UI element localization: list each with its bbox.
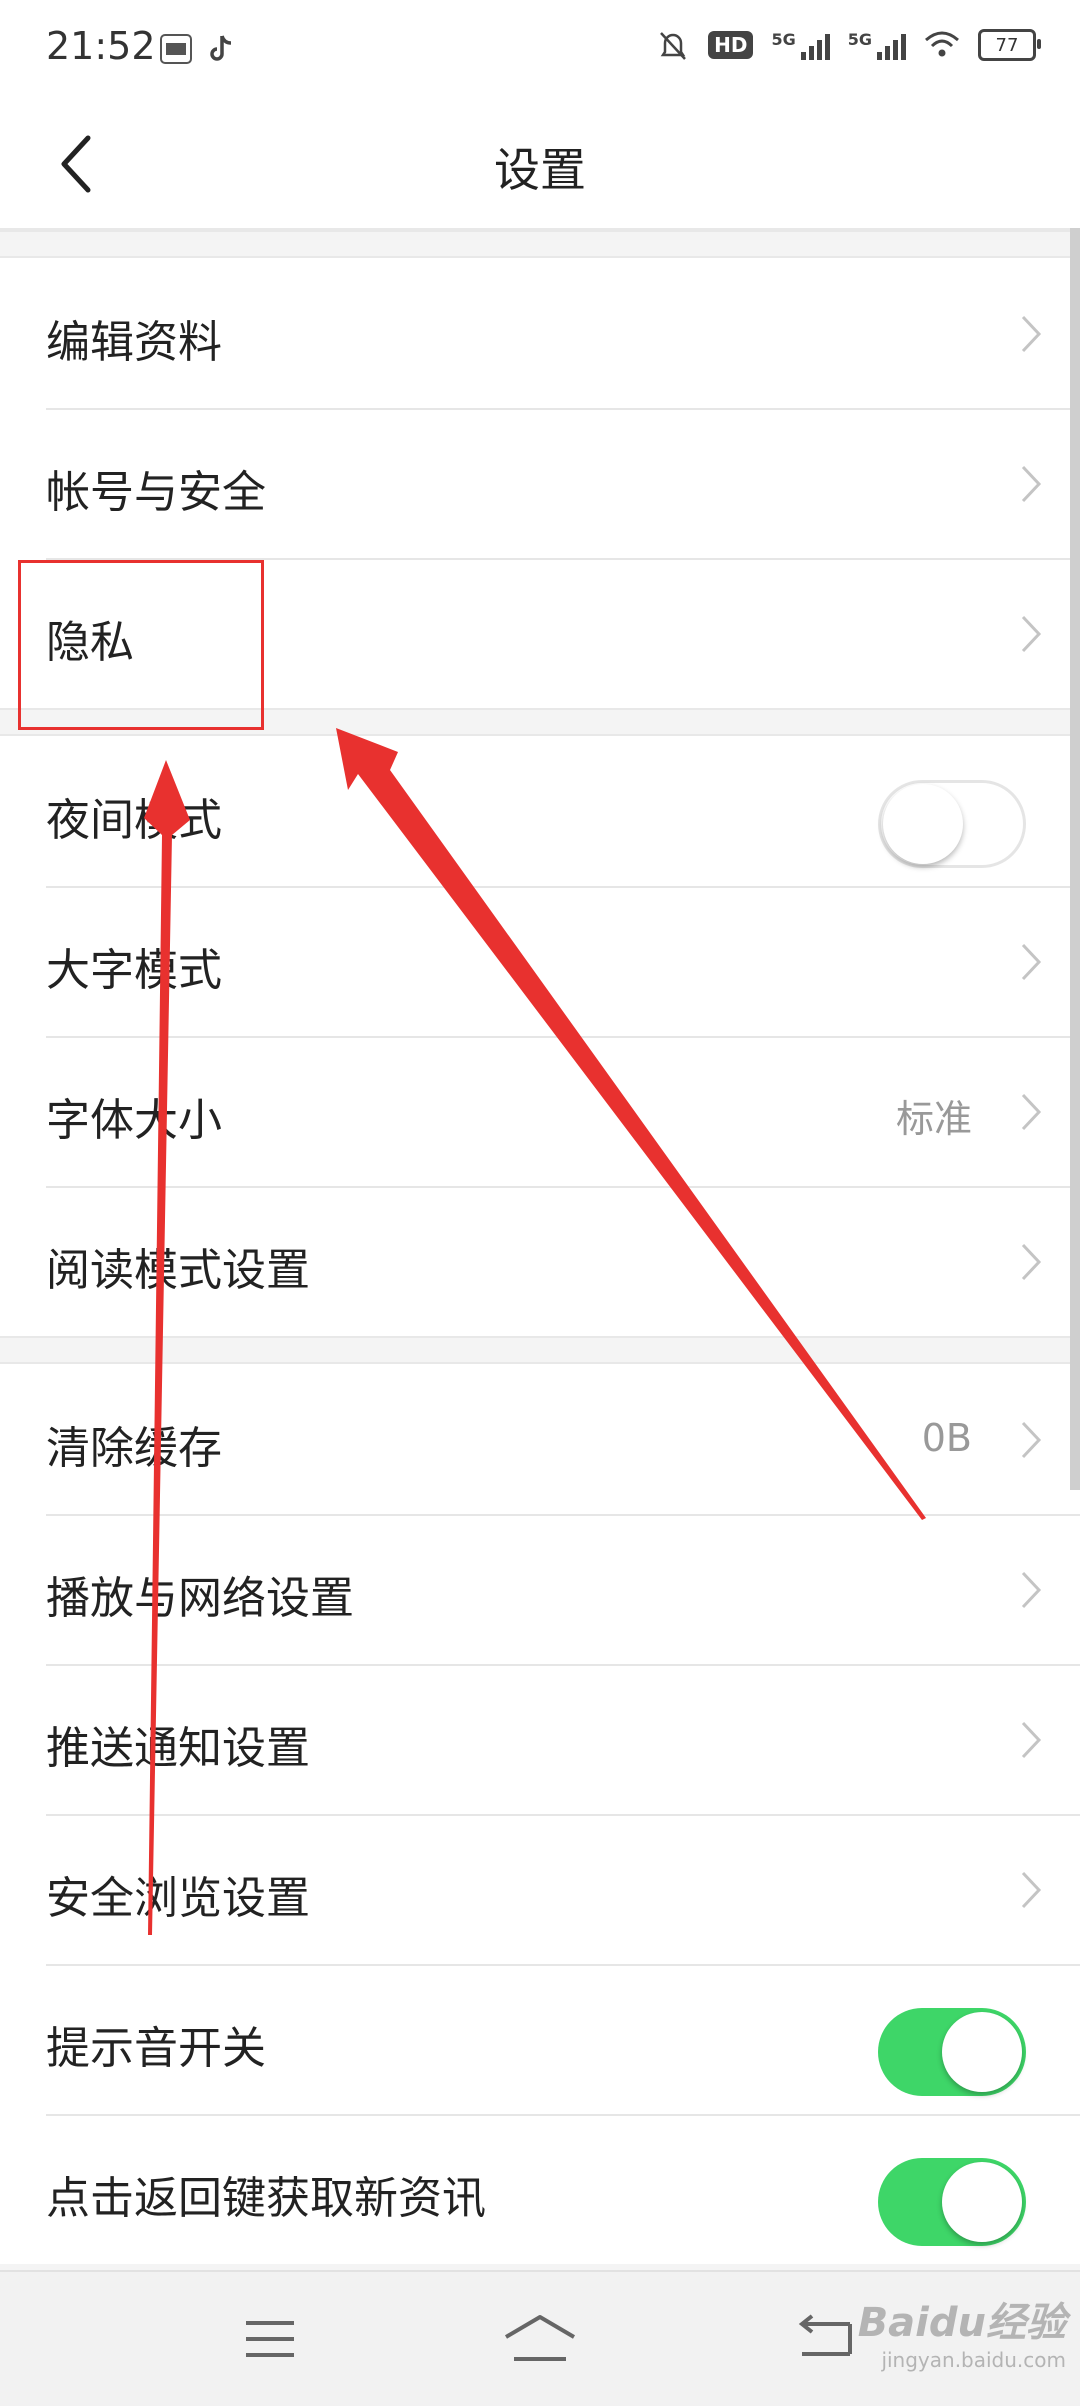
setting-label: 点击返回键获取新资讯 xyxy=(46,2173,486,2224)
toggle-knob xyxy=(883,784,963,864)
setting-label: 推送通知设置 xyxy=(46,1723,310,1774)
sim2-network-label: 5G xyxy=(847,30,872,49)
watermark-brand: Baidu经验 xyxy=(857,2300,1066,2346)
setting-label: 播放与网络设置 xyxy=(46,1573,354,1624)
setting-label: 帐号与安全 xyxy=(46,467,266,518)
home-icon xyxy=(504,2315,576,2361)
section-divider xyxy=(0,1336,1080,1364)
header-bar: 设置 xyxy=(0,100,1080,228)
setting-row-account-security[interactable]: 帐号与安全 xyxy=(0,408,1080,558)
setting-label: 编辑资料 xyxy=(46,317,222,368)
setting-row-sound-toggle[interactable]: 提示音开关 xyxy=(0,1964,1080,2114)
setting-row-clear-cache[interactable]: 清除缓存 0B xyxy=(0,1364,1080,1514)
setting-row-back-key-refresh[interactable]: 点击返回键获取新资讯 xyxy=(0,2114,1080,2264)
chevron-right-icon xyxy=(1021,943,1042,981)
sound-toggle[interactable] xyxy=(878,2008,1026,2096)
night-mode-toggle[interactable] xyxy=(878,780,1026,868)
setting-label: 阅读模式设置 xyxy=(46,1245,310,1296)
setting-label: 夜间模式 xyxy=(46,795,222,846)
wifi-icon xyxy=(925,31,959,57)
hd-voice-badge: HD xyxy=(708,31,754,59)
font-size-value: 标准 xyxy=(895,1097,972,1141)
toggle-knob xyxy=(942,2162,1022,2242)
chevron-right-icon xyxy=(1021,1243,1042,1281)
chevron-right-icon xyxy=(1021,465,1042,503)
cache-size-value: 0B xyxy=(921,1416,972,1460)
toggle-knob xyxy=(942,2012,1022,2092)
status-bar: 21:52 HD 5G 5G 77 xyxy=(0,0,1080,100)
bell-off-icon xyxy=(660,32,687,60)
setting-row-font-size[interactable]: 字体大小 标准 xyxy=(0,1036,1080,1186)
settings-group-display: 夜间模式 大字模式 字体大小 标准 阅读模式设置 xyxy=(0,736,1080,1336)
status-icons: HD 5G 5G 77 xyxy=(656,28,1041,62)
status-time: 21:52 xyxy=(46,24,156,68)
toutiao-app-icon xyxy=(160,34,192,64)
back-key-refresh-toggle[interactable] xyxy=(878,2158,1026,2246)
chevron-right-icon xyxy=(1021,1421,1042,1459)
setting-row-push-notifications[interactable]: 推送通知设置 xyxy=(0,1664,1080,1814)
setting-row-reading-mode[interactable]: 阅读模式设置 xyxy=(0,1186,1080,1336)
settings-list[interactable]: 编辑资料 帐号与安全 隐私 夜间模式 大字模式 字体大小 标准 阅读模式设置 清… xyxy=(0,228,1080,2272)
setting-label: 清除缓存 xyxy=(46,1423,222,1474)
back-nav-icon xyxy=(798,2314,852,2356)
setting-row-playback-network[interactable]: 播放与网络设置 xyxy=(0,1514,1080,1664)
chevron-right-icon xyxy=(1021,315,1042,353)
sim1-network-label: 5G xyxy=(771,30,796,49)
section-divider xyxy=(0,230,1080,258)
page-title: 设置 xyxy=(494,143,586,197)
setting-label: 大字模式 xyxy=(46,945,222,996)
watermark-url: jingyan.baidu.com xyxy=(881,2348,1066,2372)
tiktok-app-icon xyxy=(210,35,232,61)
setting-row-large-text-mode[interactable]: 大字模式 xyxy=(0,886,1080,1036)
signal-sim2-icon: 5G xyxy=(848,30,906,60)
setting-row-edit-profile[interactable]: 编辑资料 xyxy=(0,258,1080,408)
battery-level: 77 xyxy=(995,34,1019,56)
chevron-right-icon xyxy=(1021,1871,1042,1909)
battery-indicator: 77 xyxy=(978,29,1041,61)
setting-row-night-mode[interactable]: 夜间模式 xyxy=(0,736,1080,886)
setting-label: 提示音开关 xyxy=(46,2023,266,2074)
chevron-right-icon xyxy=(1021,1571,1042,1609)
home-button[interactable] xyxy=(490,2294,590,2384)
baidu-watermark: Baidu经验 jingyan.baidu.com xyxy=(858,2290,1066,2372)
chevron-right-icon xyxy=(1021,1721,1042,1759)
chevron-right-icon xyxy=(1021,615,1042,653)
setting-label: 字体大小 xyxy=(46,1095,222,1146)
setting-label: 安全浏览设置 xyxy=(46,1873,310,1924)
menu-icon xyxy=(246,2321,294,2357)
settings-group-general: 清除缓存 0B 播放与网络设置 推送通知设置 安全浏览设置 提示音开关 点击返回… xyxy=(0,1364,1080,2264)
recent-apps-button[interactable] xyxy=(220,2294,320,2384)
scrollbar[interactable] xyxy=(1070,228,1080,1490)
chevron-right-icon xyxy=(1021,1093,1042,1131)
signal-sim1-icon: 5G xyxy=(771,30,830,60)
setting-row-safe-browsing[interactable]: 安全浏览设置 xyxy=(0,1814,1080,1964)
privacy-highlight-box xyxy=(18,560,264,730)
